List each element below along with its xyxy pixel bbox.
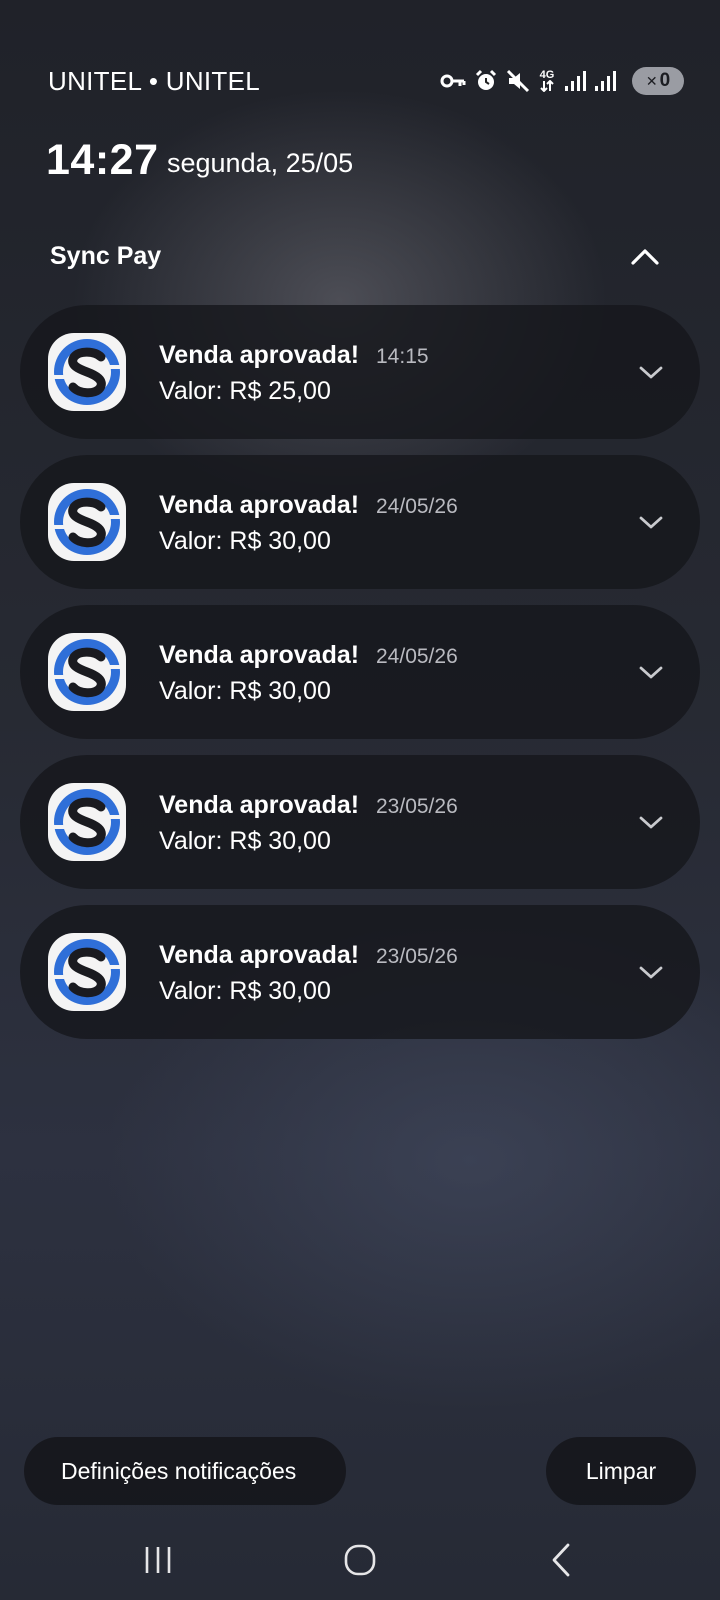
battery-charging-icon: ✕ [645,72,658,89]
notification-card[interactable]: Venda aprovada! 23/05/26 Valor: R$ 30,00 [20,755,700,889]
home-button[interactable] [320,1520,400,1600]
notification-title: Venda aprovada! [159,641,360,669]
chevron-down-icon[interactable] [636,512,666,532]
notification-body: Valor: R$ 30,00 [159,977,331,1005]
notification-title: Venda aprovada! [159,791,360,819]
status-icons: 4G ✕ 0 [440,66,684,96]
sync-pay-app-icon [48,483,126,561]
notification-card[interactable]: Venda aprovada! 14:15 Valor: R$ 25,00 [20,305,700,439]
battery-indicator: ✕ 0 [632,67,684,95]
sync-pay-app-icon [48,783,126,861]
mute-icon [506,69,530,93]
network-4g-icon: 4G [538,69,556,92]
notification-body: Valor: R$ 25,00 [159,377,331,405]
notification-card[interactable]: Venda aprovada! 23/05/26 Valor: R$ 30,00 [20,905,700,1039]
notification-settings-label: Definições notificações [61,1457,297,1484]
carrier-label: UNITEL • UNITEL [48,66,261,96]
back-icon [552,1543,570,1577]
signal-icon [565,71,586,91]
notification-group-title: Sync Pay [50,242,162,270]
recents-button[interactable] [118,1520,198,1600]
chevron-down-icon[interactable] [636,812,666,832]
notification-card[interactable]: Venda aprovada! 24/05/26 Valor: R$ 30,00 [20,605,700,739]
notification-body: Valor: R$ 30,00 [159,527,331,555]
signal-icon [595,71,616,91]
notification-card[interactable]: Venda aprovada! 24/05/26 Valor: R$ 30,00 [20,455,700,589]
sync-pay-app-icon [48,333,126,411]
chevron-down-icon[interactable] [636,362,666,382]
notification-title: Venda aprovada! [159,941,360,969]
status-bar: UNITEL • UNITEL 4G ✕ 0 [0,0,720,120]
chevron-down-icon[interactable] [636,662,666,682]
recents-icon [145,1547,171,1573]
sync-pay-app-icon [48,633,126,711]
notification-title: Venda aprovada! [159,491,360,519]
battery-level: 0 [659,70,671,91]
notification-time: 23/05/26 [376,795,458,818]
notification-time: 24/05/26 [376,645,458,668]
vpn-key-icon [440,74,466,88]
navigation-bar [0,1520,720,1600]
date: segunda, 25/05 [167,148,354,178]
notification-body: Valor: R$ 30,00 [159,827,331,855]
chevron-up-icon[interactable] [628,244,662,268]
chevron-down-icon[interactable] [636,962,666,982]
notification-time: 14:15 [376,345,429,368]
clear-button[interactable]: Limpar [546,1437,696,1505]
notification-time: 23/05/26 [376,945,458,968]
notification-time: 24/05/26 [376,495,458,518]
clock: 14:27 [46,136,159,184]
home-icon [344,1544,376,1576]
notification-title: Venda aprovada! [159,341,360,369]
notification-settings-button[interactable]: Definições notificações [24,1437,346,1505]
sync-pay-app-icon [48,933,126,1011]
alarm-icon [475,69,497,90]
notification-body: Valor: R$ 30,00 [159,677,331,705]
back-button[interactable] [521,1520,601,1600]
